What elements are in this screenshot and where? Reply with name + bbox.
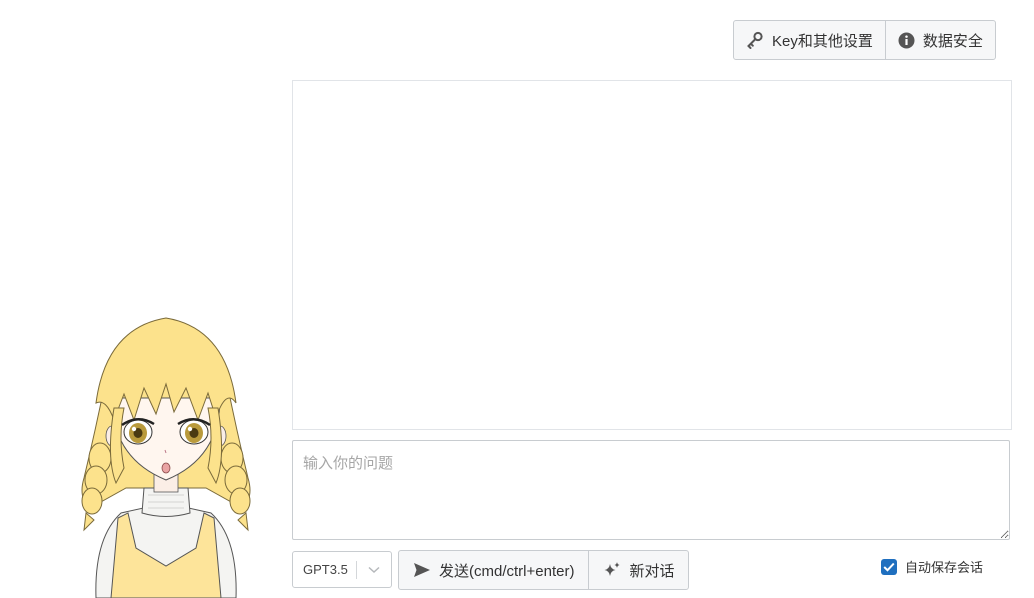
question-input[interactable] bbox=[292, 440, 1010, 540]
autosave-option[interactable]: 自动保存会话 bbox=[881, 557, 983, 576]
key-settings-label: Key和其他设置 bbox=[772, 32, 873, 50]
anime-girl-avatar bbox=[81, 317, 251, 598]
top-button-group: Key和其他设置 数据安全 bbox=[733, 20, 996, 60]
send-label: 发送(cmd/ctrl+enter) bbox=[439, 562, 575, 580]
key-settings-button[interactable]: Key和其他设置 bbox=[734, 21, 885, 59]
chevron-down-icon[interactable] bbox=[357, 566, 391, 574]
chat-history-panel bbox=[292, 80, 1012, 430]
paper-plane-icon bbox=[413, 562, 431, 578]
data-security-button[interactable]: 数据安全 bbox=[884, 21, 995, 59]
key-icon bbox=[746, 31, 764, 49]
new-chat-button[interactable]: 新对话 bbox=[588, 551, 688, 589]
new-chat-label: 新对话 bbox=[629, 562, 675, 580]
send-button[interactable]: 发送(cmd/ctrl+enter) bbox=[399, 551, 588, 589]
check-icon bbox=[883, 562, 895, 572]
autosave-label: 自动保存会话 bbox=[905, 560, 984, 575]
model-select[interactable]: GPT3.5 bbox=[292, 551, 392, 588]
action-button-group: 发送(cmd/ctrl+enter) 新对话 bbox=[398, 550, 690, 590]
autosave-checkbox[interactable] bbox=[881, 558, 897, 575]
data-security-label: 数据安全 bbox=[922, 32, 983, 50]
sparkles-icon bbox=[603, 561, 621, 579]
model-select-value: GPT3.5 bbox=[303, 562, 348, 577]
info-circle-icon bbox=[898, 32, 915, 49]
